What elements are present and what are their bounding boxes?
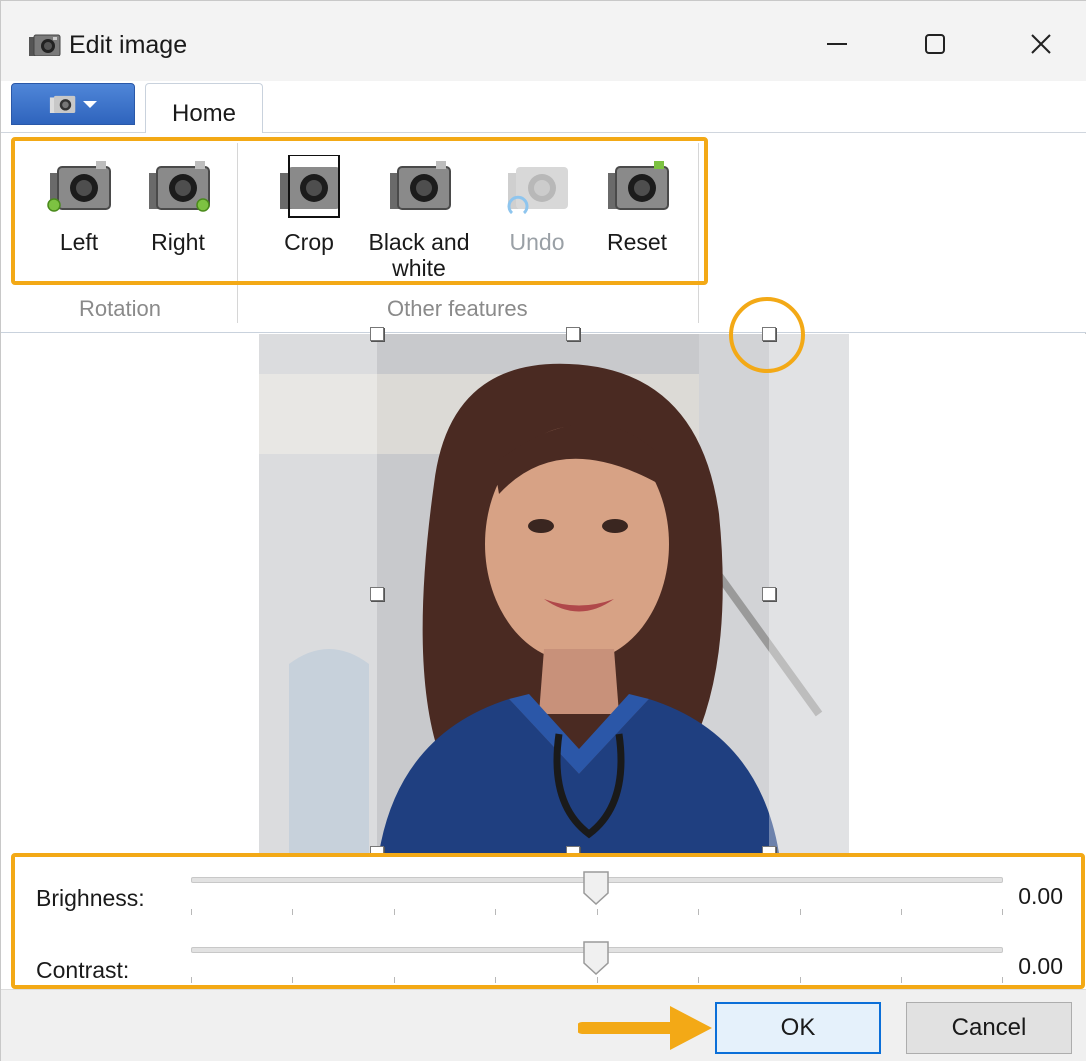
- rotation-group-label: Rotation: [79, 296, 161, 321]
- edit-image-dialog: Edit image Home Left Right Crop Black an…: [0, 0, 1086, 1061]
- photo-preview: [259, 334, 849, 853]
- rotate-left-camera-icon: [46, 155, 112, 221]
- undo-label: Undo: [509, 229, 565, 255]
- crop-label: Crop: [284, 229, 334, 255]
- crop-handle-top-right[interactable]: [762, 327, 776, 341]
- ribbon-tab-row: Home: [1, 81, 1086, 134]
- rotate-left-button[interactable]: Left: [39, 155, 119, 255]
- reset-button[interactable]: Reset: [597, 155, 677, 255]
- contrast-ticks: [191, 977, 1003, 987]
- other-features-group-label: Other features: [387, 296, 528, 321]
- crop-button[interactable]: Crop: [269, 154, 349, 255]
- brightness-ticks: [191, 909, 1003, 919]
- ribbon-body: Left Right Crop Black and white Undo Res…: [1, 133, 1086, 333]
- black-and-white-label-line2: white: [392, 255, 446, 281]
- brightness-label: Brighness:: [36, 885, 145, 911]
- undo-camera-icon: [504, 155, 570, 221]
- title-bar[interactable]: Edit image: [1, 1, 1086, 81]
- image-canvas[interactable]: [1, 327, 1086, 860]
- close-button[interactable]: [1011, 19, 1071, 69]
- maximize-icon: [925, 34, 945, 54]
- arrow-icon: [578, 1006, 712, 1050]
- camera-icon: [49, 95, 76, 113]
- rotate-left-label: Left: [59, 229, 99, 255]
- crop-camera-icon: [276, 154, 342, 221]
- cancel-button[interactable]: Cancel: [906, 1002, 1072, 1054]
- minimize-icon: [827, 43, 847, 45]
- contrast-slider-thumb[interactable]: [583, 941, 609, 975]
- reset-label: Reset: [606, 229, 668, 255]
- brightness-slider-thumb[interactable]: [583, 871, 609, 905]
- adjustment-sliders: Brighness: 0.00 Contrast: 0.00: [1, 853, 1086, 989]
- crop-mask-left: [259, 334, 377, 853]
- close-icon: [1031, 34, 1051, 54]
- black-white-camera-icon: [386, 155, 452, 221]
- dialog-footer: OK Cancel: [1, 989, 1086, 1061]
- crop-handle-right[interactable]: [762, 587, 776, 601]
- crop-handle-top[interactable]: [566, 327, 580, 341]
- reset-camera-icon: [604, 155, 670, 221]
- chevron-down-icon: [83, 100, 97, 108]
- tab-home[interactable]: Home: [145, 83, 263, 134]
- minimize-button[interactable]: [807, 19, 867, 69]
- maximize-button[interactable]: [905, 19, 965, 69]
- black-and-white-button[interactable]: Black and white: [357, 155, 481, 281]
- crop-handle-top-left[interactable]: [370, 327, 384, 341]
- contrast-value: 0.00: [1018, 953, 1063, 979]
- camera-icon: [29, 34, 61, 61]
- brightness-value: 0.00: [1018, 883, 1063, 909]
- group-separator: [698, 143, 699, 323]
- undo-button[interactable]: Undo: [499, 155, 575, 255]
- rotate-right-button[interactable]: Right: [136, 155, 220, 255]
- window-title: Edit image: [69, 31, 188, 59]
- black-and-white-label-line1: Black and: [368, 229, 470, 255]
- rotate-right-camera-icon: [145, 155, 211, 221]
- app-menu-button[interactable]: [11, 83, 135, 125]
- crop-mask-right: [769, 334, 849, 853]
- contrast-label: Contrast:: [36, 957, 130, 983]
- group-separator: [237, 143, 238, 323]
- ok-button[interactable]: OK: [715, 1002, 881, 1054]
- crop-handle-left[interactable]: [370, 587, 384, 601]
- rotate-right-label: Right: [151, 229, 205, 255]
